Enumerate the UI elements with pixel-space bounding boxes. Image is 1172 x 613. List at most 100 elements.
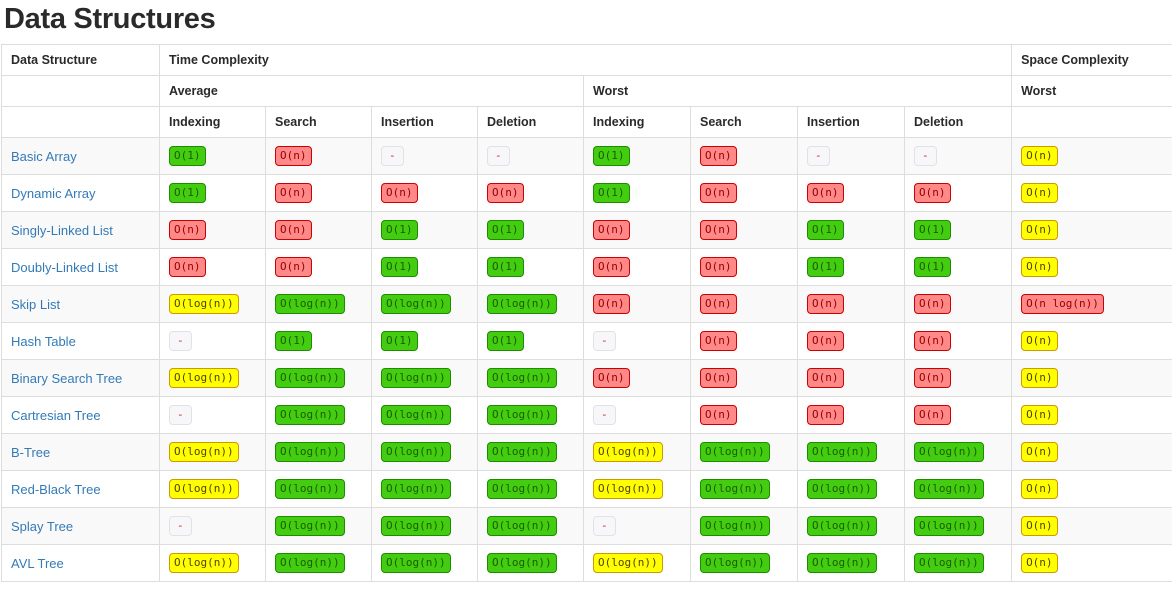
complexity-cell: O(n) — [798, 323, 905, 360]
complexity-cell: O(n) — [1012, 545, 1172, 582]
complexity-badge-green: O(1) — [487, 331, 524, 351]
complexity-cell: O(1) — [160, 138, 266, 175]
complexity-badge-green: O(1) — [169, 146, 206, 166]
complexity-badge-yellow: O(log(n)) — [169, 442, 239, 462]
complexity-badge-red: O(n) — [700, 146, 737, 166]
complexity-badge-red: O(n) — [700, 405, 737, 425]
data-structure-link[interactable]: Dynamic Array — [11, 186, 96, 201]
complexity-badge-red: O(n) — [914, 405, 951, 425]
data-structure-link[interactable]: Doubly-Linked List — [11, 260, 118, 275]
complexity-badge-red: O(n) — [914, 183, 951, 203]
complexity-badge-red: O(n) — [275, 146, 312, 166]
complexity-badge-green: O(log(n)) — [275, 294, 345, 314]
complexity-cell: O(n) — [691, 323, 798, 360]
complexity-cell: O(log(n)) — [266, 545, 372, 582]
complexity-badge-red: O(n) — [700, 220, 737, 240]
complexity-badge-green: O(log(n)) — [275, 442, 345, 462]
complexity-badge-green: O(1) — [487, 220, 524, 240]
complexity-badge-green: O(1) — [914, 220, 951, 240]
complexity-cell: O(log(n)) — [798, 508, 905, 545]
complexity-cell: O(1) — [798, 212, 905, 249]
complexity-cell: O(n) — [1012, 397, 1172, 434]
complexity-cell: O(1) — [372, 323, 478, 360]
complexity-badge-red: O(n) — [593, 294, 630, 314]
complexity-cell: O(n) — [1012, 360, 1172, 397]
complexity-cell: O(n) — [160, 212, 266, 249]
data-structure-link[interactable]: AVL Tree — [11, 556, 64, 571]
complexity-badge-dash: - — [381, 146, 404, 166]
complexity-cell: O(n) — [691, 397, 798, 434]
complexity-cell: - — [798, 138, 905, 175]
data-structure-link[interactable]: Basic Array — [11, 149, 77, 164]
data-structure-link[interactable]: Cartresian Tree — [11, 408, 101, 423]
complexity-cell: O(log(n)) — [691, 434, 798, 471]
complexity-cell: O(log(n)) — [372, 508, 478, 545]
complexity-cell: O(n) — [691, 360, 798, 397]
complexity-cell: - — [160, 397, 266, 434]
data-structure-link[interactable]: Splay Tree — [11, 519, 73, 534]
complexity-cell: O(n) — [266, 212, 372, 249]
complexity-badge-green: O(log(n)) — [381, 516, 451, 536]
complexity-cell: O(n) — [905, 323, 1012, 360]
complexity-badge-red: O(n) — [807, 294, 844, 314]
complexity-cell: - — [478, 138, 584, 175]
complexity-cell: O(1) — [160, 175, 266, 212]
complexity-cell: O(log(n)) — [478, 471, 584, 508]
complexity-badge-dash: - — [487, 146, 510, 166]
complexity-cell: O(log(n)) — [266, 434, 372, 471]
complexity-badge-red: O(n) — [169, 257, 206, 277]
data-structure-name-cell: AVL Tree — [2, 545, 160, 582]
complexity-badge-red: O(n) — [593, 257, 630, 277]
data-structure-link[interactable]: Singly-Linked List — [11, 223, 113, 238]
complexity-badge-red: O(n) — [700, 257, 737, 277]
complexity-cell: O(n) — [1012, 471, 1172, 508]
complexity-badge-green: O(log(n)) — [487, 405, 557, 425]
complexity-badge-red: O(n) — [807, 331, 844, 351]
complexity-cell: - — [584, 323, 691, 360]
data-structure-link[interactable]: Skip List — [11, 297, 60, 312]
complexity-cell: O(1) — [905, 249, 1012, 286]
complexity-cell: O(n) — [478, 175, 584, 212]
data-structure-name-cell: Singly-Linked List — [2, 212, 160, 249]
complexity-badge-red: O(n) — [807, 368, 844, 388]
complexity-cell: O(log(n)) — [691, 508, 798, 545]
complexity-cell: - — [905, 138, 1012, 175]
complexity-cell: O(log(n)) — [160, 286, 266, 323]
complexity-cell: O(log(n)) — [584, 545, 691, 582]
complexity-cell: O(log(n)) — [266, 286, 372, 323]
complexity-cell: O(n) — [584, 286, 691, 323]
complexity-cell: O(log(n)) — [905, 434, 1012, 471]
complexity-cell: - — [372, 138, 478, 175]
data-structure-name-cell: Splay Tree — [2, 508, 160, 545]
header-data-structure: Data Structure — [2, 45, 160, 76]
complexity-badge-green: O(log(n)) — [275, 516, 345, 536]
complexity-badge-red: O(n) — [914, 368, 951, 388]
complexity-cell: O(log(n)) — [372, 286, 478, 323]
complexity-badge-red: O(n log(n)) — [1021, 294, 1104, 314]
complexity-badge-yellow: O(n) — [1021, 331, 1058, 351]
header-space-complexity: Space Complexity — [1012, 45, 1172, 76]
complexity-badge-green: O(1) — [593, 146, 630, 166]
complexity-cell: O(log(n)) — [478, 434, 584, 471]
complexity-badge-yellow: O(n) — [1021, 405, 1058, 425]
complexity-cell: O(log(n)) — [160, 434, 266, 471]
complexity-cell: O(log(n)) — [372, 471, 478, 508]
complexity-badge-yellow: O(n) — [1021, 516, 1058, 536]
complexity-cell: O(n) — [798, 397, 905, 434]
complexity-badge-yellow: O(log(n)) — [169, 368, 239, 388]
complexity-cell: O(log(n)) — [160, 545, 266, 582]
complexity-cell: - — [160, 508, 266, 545]
complexity-cell: O(n) — [691, 249, 798, 286]
complexity-badge-green: O(log(n)) — [381, 479, 451, 499]
complexity-cell: O(n) — [798, 360, 905, 397]
complexity-badge-yellow: O(n) — [1021, 183, 1058, 203]
complexity-badge-dash: - — [807, 146, 830, 166]
complexity-cell: O(1) — [266, 323, 372, 360]
data-structure-link[interactable]: Red-Black Tree — [11, 482, 101, 497]
complexity-cell: O(log(n)) — [798, 545, 905, 582]
data-structure-link[interactable]: B-Tree — [11, 445, 50, 460]
complexity-badge-yellow: O(n) — [1021, 442, 1058, 462]
data-structure-link[interactable]: Binary Search Tree — [11, 371, 122, 386]
data-structure-link[interactable]: Hash Table — [11, 334, 76, 349]
complexity-badge-green: O(log(n)) — [381, 442, 451, 462]
